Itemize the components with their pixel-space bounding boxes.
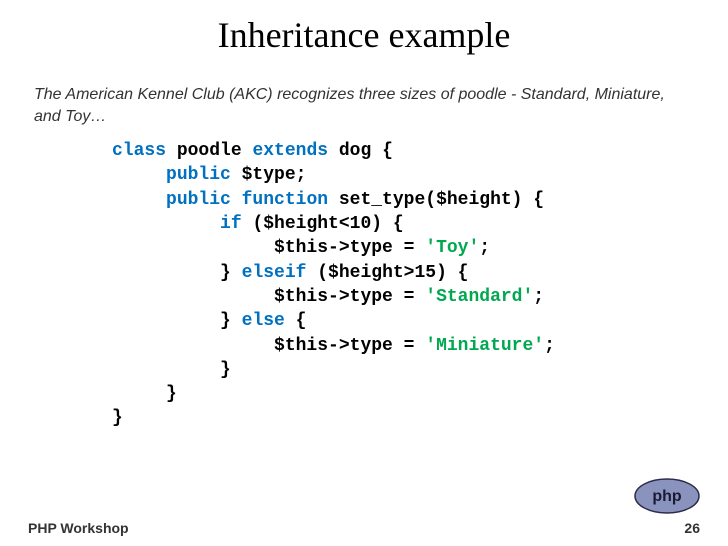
assign: $this->type = xyxy=(274,238,425,258)
class-name: poodle xyxy=(166,141,252,161)
assign: $this->type = xyxy=(274,287,425,307)
brace: } xyxy=(220,263,242,283)
semi: ; xyxy=(533,287,544,307)
page-number: 26 xyxy=(684,520,700,536)
page-title: Inheritance example xyxy=(0,0,728,66)
kw-public: public xyxy=(166,190,231,210)
kw-public: public xyxy=(166,165,231,185)
cond-if: ($height<10) { xyxy=(242,214,404,234)
brace: } xyxy=(112,408,123,428)
superclass: dog { xyxy=(328,141,393,161)
kw-function: function xyxy=(231,190,328,210)
slide: Inheritance example The American Kennel … xyxy=(0,0,728,546)
str-miniature: 'Miniature' xyxy=(425,336,544,356)
kw-if: if xyxy=(220,214,242,234)
kw-elseif: elseif xyxy=(242,263,307,283)
str-toy: 'Toy' xyxy=(425,238,479,258)
brace: } xyxy=(220,311,242,331)
semi: ; xyxy=(544,336,555,356)
func-name: set_type($height) { xyxy=(328,190,544,210)
code-block: class poodle extends dog { public $type;… xyxy=(112,139,728,431)
footer: PHP Workshop 26 xyxy=(0,508,728,546)
cond-elseif: ($height>15) { xyxy=(306,263,468,283)
kw-else: else xyxy=(242,311,285,331)
footer-left: PHP Workshop xyxy=(28,520,129,536)
prop-decl: $type; xyxy=(231,165,307,185)
semi: ; xyxy=(479,238,490,258)
str-standard: 'Standard' xyxy=(425,287,533,307)
kw-extends: extends xyxy=(252,141,328,161)
footer-right: 26 xyxy=(684,520,700,536)
else-brace: { xyxy=(285,311,307,331)
brace: } xyxy=(166,384,177,404)
intro-text: The American Kennel Club (AKC) recognize… xyxy=(34,84,694,127)
kw-class: class xyxy=(112,141,166,161)
logo-text: php xyxy=(652,488,682,505)
assign: $this->type = xyxy=(274,336,425,356)
brace: } xyxy=(220,360,231,380)
